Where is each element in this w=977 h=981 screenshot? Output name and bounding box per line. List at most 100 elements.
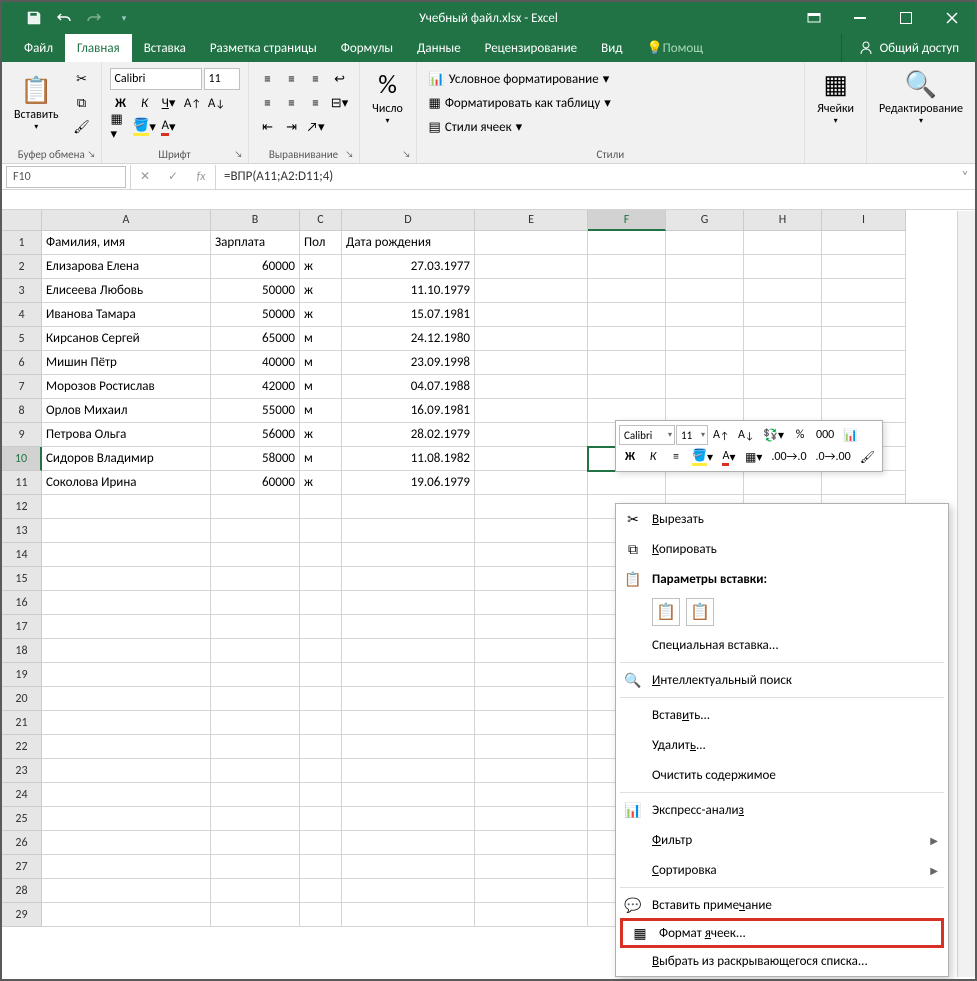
align-middle-icon[interactable]: ≡ — [281, 68, 303, 90]
cell-B15[interactable] — [211, 567, 300, 591]
row-header-3[interactable]: 3 — [2, 279, 42, 303]
tell-me[interactable]: 💡 Помощ — [634, 34, 715, 62]
cell-B9[interactable]: 56000 — [211, 423, 300, 447]
cell-E17[interactable] — [475, 615, 588, 639]
cell-C6[interactable]: м — [300, 351, 342, 375]
cell-C22[interactable] — [300, 735, 342, 759]
mini-conditional-icon[interactable]: 📊 — [839, 424, 862, 446]
cell-D1[interactable]: Дата рождения — [342, 231, 475, 255]
cell-A12[interactable] — [42, 495, 211, 519]
mini-align-icon[interactable]: ≡ — [665, 446, 687, 468]
row-header-13[interactable]: 13 — [2, 519, 42, 543]
col-header-C[interactable]: C — [300, 210, 342, 231]
cell-G3[interactable] — [666, 279, 744, 303]
cell-H1[interactable] — [744, 231, 822, 255]
select-all-corner[interactable] — [2, 210, 42, 231]
cell-A13[interactable] — [42, 519, 211, 543]
row-header-6[interactable]: 6 — [2, 351, 42, 375]
cell-G1[interactable] — [666, 231, 744, 255]
cell-E14[interactable] — [475, 543, 588, 567]
font-size-combo[interactable]: 11 — [204, 68, 240, 90]
cell-H2[interactable] — [744, 255, 822, 279]
cell-I3[interactable] — [822, 279, 906, 303]
cell-E15[interactable] — [475, 567, 588, 591]
cell-D23[interactable] — [342, 759, 475, 783]
cell-H5[interactable] — [744, 327, 822, 351]
cell-G4[interactable] — [666, 303, 744, 327]
cell-I2[interactable] — [822, 255, 906, 279]
row-header-4[interactable]: 4 — [2, 303, 42, 327]
row-header-27[interactable]: 27 — [2, 855, 42, 879]
cell-A18[interactable] — [42, 639, 211, 663]
col-header-H[interactable]: H — [744, 210, 822, 231]
cell-I1[interactable] — [822, 231, 906, 255]
cell-B10[interactable]: 58000 — [211, 447, 300, 471]
cell-A28[interactable] — [42, 879, 211, 903]
cell-E7[interactable] — [475, 375, 588, 399]
cell-C15[interactable] — [300, 567, 342, 591]
mini-accounting-icon[interactable]: 💱▾ — [759, 424, 788, 446]
cell-B4[interactable]: 50000 — [211, 303, 300, 327]
cell-H3[interactable] — [744, 279, 822, 303]
cell-D8[interactable]: 16.09.1981 — [342, 399, 475, 423]
shrink-font-button[interactable]: A↓ — [206, 92, 228, 114]
cell-A20[interactable] — [42, 687, 211, 711]
cm-insert-comment[interactable]: 💬 Вставить примечание — [616, 890, 948, 920]
row-header-28[interactable]: 28 — [2, 879, 42, 903]
cell-E20[interactable] — [475, 687, 588, 711]
paste-default-icon[interactable]: 📋 — [652, 598, 680, 626]
cell-C1[interactable]: Пол — [300, 231, 342, 255]
cell-C19[interactable] — [300, 663, 342, 687]
cell-E23[interactable] — [475, 759, 588, 783]
cell-C12[interactable] — [300, 495, 342, 519]
cm-copy[interactable]: ⧉ Копировать — [616, 534, 948, 564]
cell-G5[interactable] — [666, 327, 744, 351]
cell-E9[interactable] — [475, 423, 588, 447]
cell-A17[interactable] — [42, 615, 211, 639]
align-bottom-icon[interactable]: ≡ — [305, 68, 327, 90]
cell-D6[interactable]: 23.09.1998 — [342, 351, 475, 375]
cell-A10[interactable]: Сидоров Владимир — [42, 447, 211, 471]
cell-B21[interactable] — [211, 711, 300, 735]
mini-increase-decimal-icon[interactable]: .0→.00 — [812, 446, 855, 468]
orientation-icon[interactable]: ↗▾ — [305, 116, 327, 138]
cell-D7[interactable]: 04.07.1988 — [342, 375, 475, 399]
cell-A27[interactable] — [42, 855, 211, 879]
row-header-19[interactable]: 19 — [2, 663, 42, 687]
cell-A21[interactable] — [42, 711, 211, 735]
paste-values-icon[interactable]: 📋 — [686, 598, 714, 626]
cell-C3[interactable]: ж — [300, 279, 342, 303]
cell-A9[interactable]: Петрова Ольга — [42, 423, 211, 447]
cell-styles-button[interactable]: ▤ Стили ячеек ▾ — [425, 116, 797, 138]
col-header-F[interactable]: F — [588, 210, 666, 231]
cm-paste-special[interactable]: Специальная вставка... — [616, 630, 948, 660]
cell-A16[interactable] — [42, 591, 211, 615]
cell-C7[interactable]: м — [300, 375, 342, 399]
cell-A15[interactable] — [42, 567, 211, 591]
fill-color-button[interactable]: 🪣▾ — [134, 116, 156, 138]
cell-I5[interactable] — [822, 327, 906, 351]
cell-D13[interactable] — [342, 519, 475, 543]
row-header-9[interactable]: 9 — [2, 423, 42, 447]
formula-input[interactable]: =ВПР(A11;A2:D11;4) — [216, 169, 955, 184]
cell-E8[interactable] — [475, 399, 588, 423]
cell-G11[interactable] — [666, 471, 744, 495]
col-header-I[interactable]: I — [822, 210, 906, 231]
cell-B1[interactable]: Зарплата — [211, 231, 300, 255]
cell-D29[interactable] — [342, 903, 475, 927]
wrap-text-icon[interactable]: ↩ — [329, 68, 351, 90]
mini-percent-icon[interactable]: % — [789, 424, 811, 446]
cell-D9[interactable]: 28.02.1979 — [342, 423, 475, 447]
cell-C18[interactable] — [300, 639, 342, 663]
row-header-8[interactable]: 8 — [2, 399, 42, 423]
cell-E13[interactable] — [475, 519, 588, 543]
cell-C4[interactable]: ж — [300, 303, 342, 327]
tab-data[interactable]: Данные — [405, 34, 473, 62]
mini-font-color-icon[interactable]: A▾ — [718, 446, 740, 468]
cell-E3[interactable] — [475, 279, 588, 303]
cell-E21[interactable] — [475, 711, 588, 735]
row-header-11[interactable]: 11 — [2, 471, 42, 495]
cell-A22[interactable] — [42, 735, 211, 759]
cell-B2[interactable]: 60000 — [211, 255, 300, 279]
insert-function-icon[interactable]: fx — [187, 165, 215, 189]
